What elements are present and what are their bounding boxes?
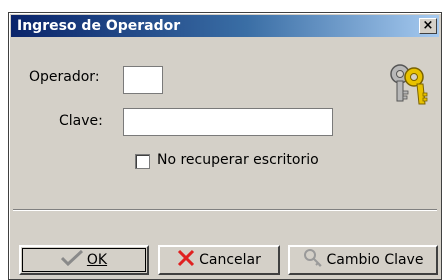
- key-icon: [303, 248, 323, 272]
- ok-label: OK: [86, 252, 108, 268]
- separator: [13, 209, 437, 211]
- keys-icon: [389, 63, 429, 107]
- cancel-label: Cancelar: [199, 252, 261, 268]
- close-button[interactable]: ×: [419, 18, 437, 34]
- cambio-clave-label: Cambio Clave: [326, 252, 424, 268]
- operador-field[interactable]: [123, 66, 163, 94]
- cancel-button[interactable]: Cancelar: [158, 245, 280, 275]
- no-recuperar-label[interactable]: No recuperar escritorio: [157, 152, 319, 168]
- title-bar[interactable]: Ingreso de Operador ×: [11, 15, 439, 37]
- no-recuperar-checkbox[interactable]: [135, 154, 150, 169]
- ok-button[interactable]: OK: [19, 245, 149, 275]
- close-icon: ×: [422, 18, 434, 33]
- checkmark-icon: [60, 249, 83, 270]
- operador-label: Operador:: [29, 69, 100, 85]
- window-title: Ingreso de Operador: [17, 18, 181, 34]
- clave-label: Clave:: [59, 113, 103, 129]
- cambio-clave-button[interactable]: Cambio Clave: [288, 245, 438, 275]
- login-dialog: Ingreso de Operador × Operador: Clave: N…: [8, 12, 442, 280]
- clave-field[interactable]: [123, 108, 333, 136]
- x-icon: [177, 249, 195, 271]
